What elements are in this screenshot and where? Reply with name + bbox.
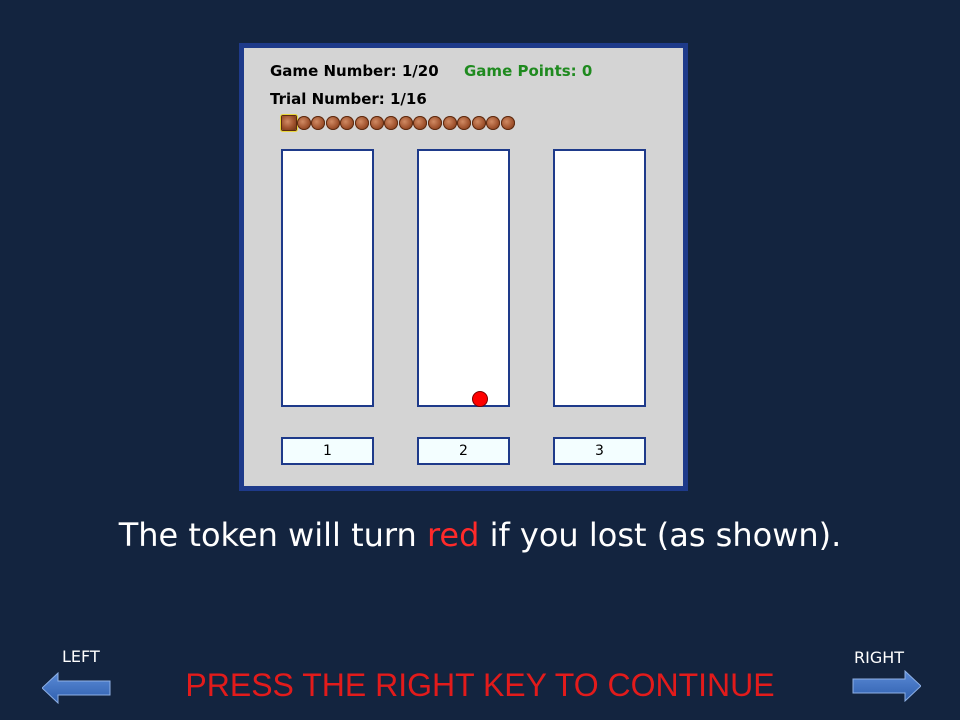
token — [442, 116, 457, 130]
instruction-after: if you lost (as shown). — [479, 516, 842, 554]
instruction-before: The token will turn — [118, 516, 427, 554]
token — [428, 116, 442, 130]
token — [384, 116, 399, 130]
column-1[interactable] — [281, 149, 374, 407]
left-label: LEFT — [62, 647, 100, 666]
right-label: RIGHT — [854, 648, 905, 667]
instruction-text: The token will turn red if you lost (as … — [0, 516, 960, 554]
column-button-2[interactable]: 2 — [417, 437, 510, 465]
column-button-3[interactable]: 3 — [553, 437, 646, 465]
column-3[interactable] — [553, 149, 646, 407]
token — [413, 116, 428, 130]
token — [355, 116, 369, 130]
token — [501, 116, 515, 130]
continue-prompt: PRESS THE RIGHT KEY TO CONTINUE — [185, 667, 775, 703]
current-token — [282, 116, 296, 130]
token — [471, 116, 486, 130]
token — [369, 116, 384, 130]
column-2[interactable] — [417, 149, 510, 407]
token — [296, 116, 311, 130]
game-points: Game Points: 0 — [464, 62, 593, 80]
column-button-1[interactable]: 1 — [281, 437, 374, 465]
game-panel: Game Number: 1/20 Game Points: 0 Trial N… — [239, 43, 688, 491]
token — [311, 116, 326, 130]
token — [325, 116, 340, 130]
token — [486, 116, 501, 130]
token — [340, 116, 355, 130]
game-number: Game Number: 1/20 — [270, 62, 439, 80]
instruction-highlight: red — [426, 516, 480, 554]
trial-number: Trial Number: 1/16 — [270, 90, 427, 108]
token — [398, 116, 413, 130]
lost-token — [472, 391, 488, 407]
token — [457, 116, 472, 130]
